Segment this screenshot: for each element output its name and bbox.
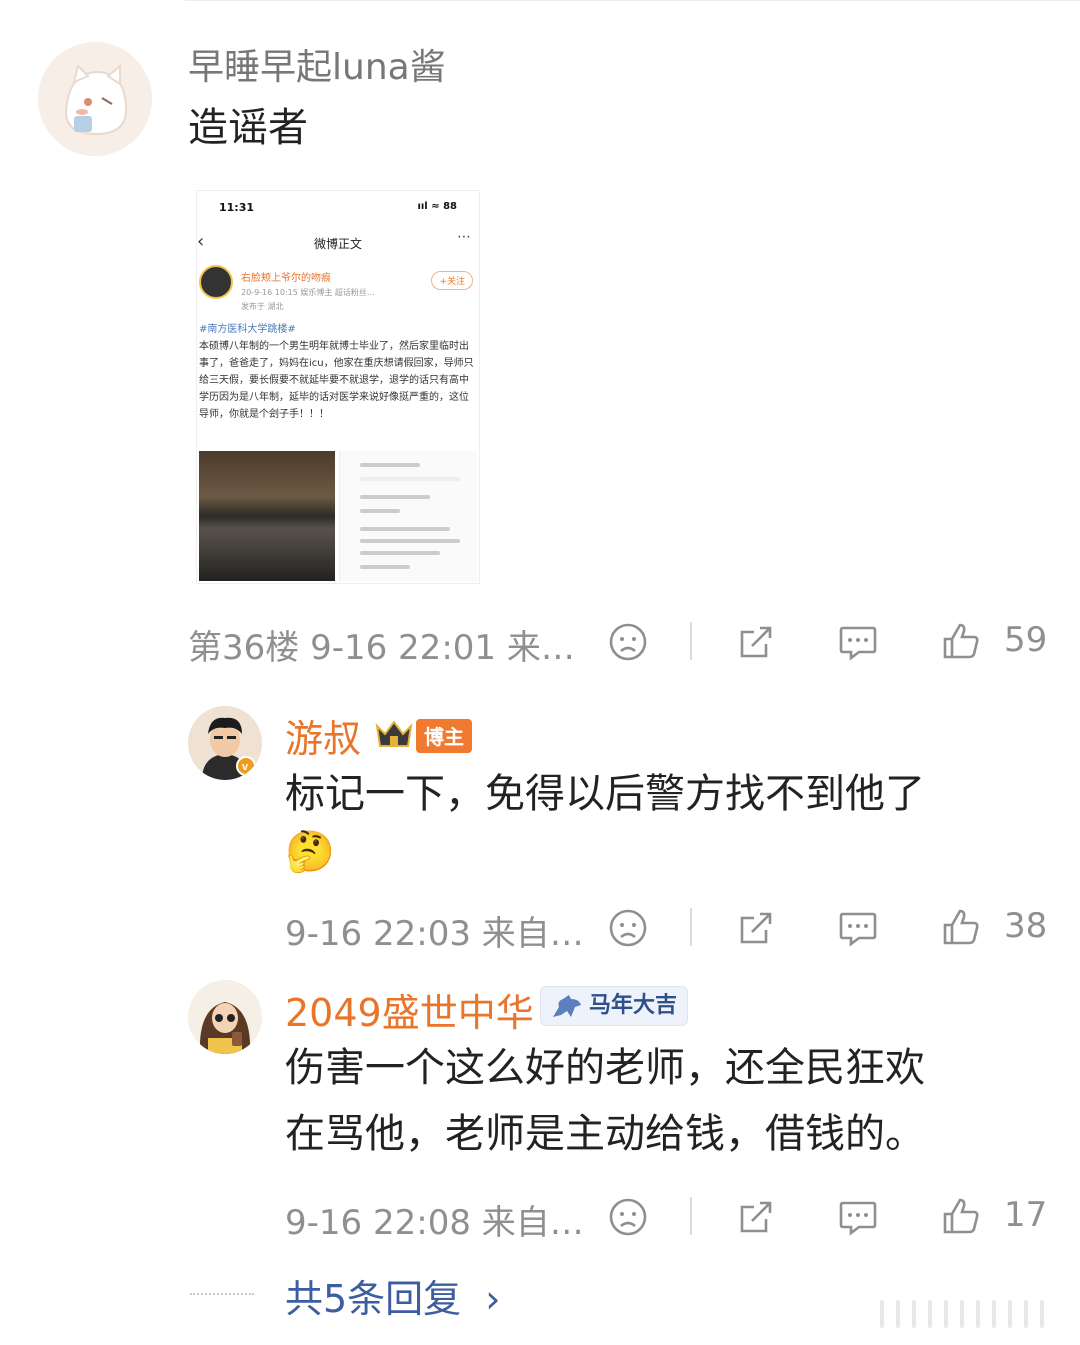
embedded-post-body: 本硕博八年制的一个男生明年就博士毕业了，然后家里临时出事了，爸爸走了，妈妈在ic…	[199, 341, 474, 420]
svg-text:v: v	[242, 761, 249, 773]
floor-number: 第36楼	[188, 628, 300, 668]
reply-time: 9-16 22:08	[285, 1203, 471, 1243]
embedded-hashtag: #南方医科大学跳楼#	[199, 324, 296, 335]
horse-year-badge-label: 马年大吉	[589, 993, 678, 1018]
horse-year-badge: 马年大吉	[540, 986, 689, 1026]
horse-icon	[553, 995, 581, 1017]
embedded-nav-title: 微博正文	[313, 237, 362, 251]
share-icon[interactable]	[734, 620, 778, 664]
meta-divider	[690, 622, 692, 660]
comment-icon[interactable]	[836, 1195, 880, 1239]
status-indicators: ııl ≈ 88	[417, 201, 457, 212]
embedded-poster-location: 发布于 湖北	[241, 302, 284, 311]
like-count: 17	[1004, 1195, 1048, 1235]
chevron-right-icon: ›	[485, 1277, 501, 1321]
like-thumb-icon[interactable]	[938, 1193, 984, 1239]
meta-divider	[690, 1197, 692, 1235]
dislike-face-icon[interactable]	[606, 620, 650, 664]
embedded-poster-meta: 20-9-16 10:15 娱乐博主 超话粉丝…	[241, 288, 375, 297]
embedded-post-text: #南方医科大学跳楼# 本硕博八年制的一个男生明年就博士毕业了，然后家里临时出事了…	[199, 321, 475, 423]
more-dots-icon: ⋯	[457, 229, 471, 245]
embedded-photo	[199, 451, 335, 581]
main-comment-meta: 第36楼 9-16 22:01 来…	[188, 620, 575, 669]
main-comment-text: 造谣者	[188, 105, 308, 151]
more-replies-link[interactable]: 共5条回复 ›	[285, 1268, 500, 1323]
share-icon[interactable]	[734, 906, 778, 950]
avatar-main-commenter[interactable]	[38, 42, 152, 156]
reply-source: 来自…	[481, 914, 584, 954]
dislike-face-icon[interactable]	[606, 1195, 650, 1239]
like-count: 38	[1004, 906, 1048, 946]
blogger-badge: 博主	[416, 719, 472, 753]
meta-divider	[690, 908, 692, 946]
embedded-follow-button: +关注	[431, 271, 473, 290]
reply-text-line2-2049: 在骂他，老师是主动给钱，借钱的。	[285, 1111, 925, 1157]
top-divider	[185, 0, 1080, 3]
status-time: 11:31	[219, 201, 255, 214]
embedded-poster-avatar	[199, 265, 233, 299]
reply-text-line1-2049: 伤害一个这么好的老师，还全民狂欢	[285, 1045, 925, 1091]
reply-meta-2049: 9-16 22:08 来自…	[285, 1195, 584, 1244]
attached-screenshot-image[interactable]: 11:31 ııl ≈ 88 ‹ 微博正文 ⋯ 右脸颊上爷尔的吻痕 20-9-1…	[196, 190, 480, 584]
comment-source: 来…	[506, 628, 575, 668]
thinking-face-emoji: 🤔	[285, 829, 335, 875]
reply-meta-youshu: 9-16 22:03 来自…	[285, 906, 584, 955]
reply-username-2049[interactable]: 2049盛世中华	[285, 982, 534, 1037]
more-replies-label: 共5条回复	[285, 1277, 462, 1321]
crown-badge-icon	[374, 716, 414, 752]
like-thumb-icon[interactable]	[938, 904, 984, 950]
comment-time: 9-16 22:01	[310, 628, 497, 668]
main-comment-username[interactable]: 早睡早起luna酱	[188, 38, 446, 90]
reply-time: 9-16 22:03	[285, 914, 471, 954]
reply-source: 来自…	[481, 1203, 584, 1243]
embedded-comment-thumbnail	[339, 451, 477, 581]
reply-username-youshu[interactable]: 游叔	[285, 708, 361, 763]
dotted-separator	[190, 1293, 254, 1295]
reply-text-youshu: 标记一下，免得以后警方找不到他了	[285, 771, 925, 817]
like-count: 59	[1004, 620, 1048, 660]
embedded-poster-name: 右脸颊上爷尔的吻痕	[241, 273, 331, 284]
like-thumb-icon[interactable]	[938, 618, 984, 664]
reply-avatar-youshu[interactable]: v	[188, 706, 262, 780]
reply-avatar-2049[interactable]	[188, 980, 262, 1054]
watermark-bars	[880, 1300, 1060, 1330]
comment-icon[interactable]	[836, 620, 880, 664]
comment-icon[interactable]	[836, 906, 880, 950]
share-icon[interactable]	[734, 1195, 778, 1239]
dislike-face-icon[interactable]	[606, 906, 650, 950]
